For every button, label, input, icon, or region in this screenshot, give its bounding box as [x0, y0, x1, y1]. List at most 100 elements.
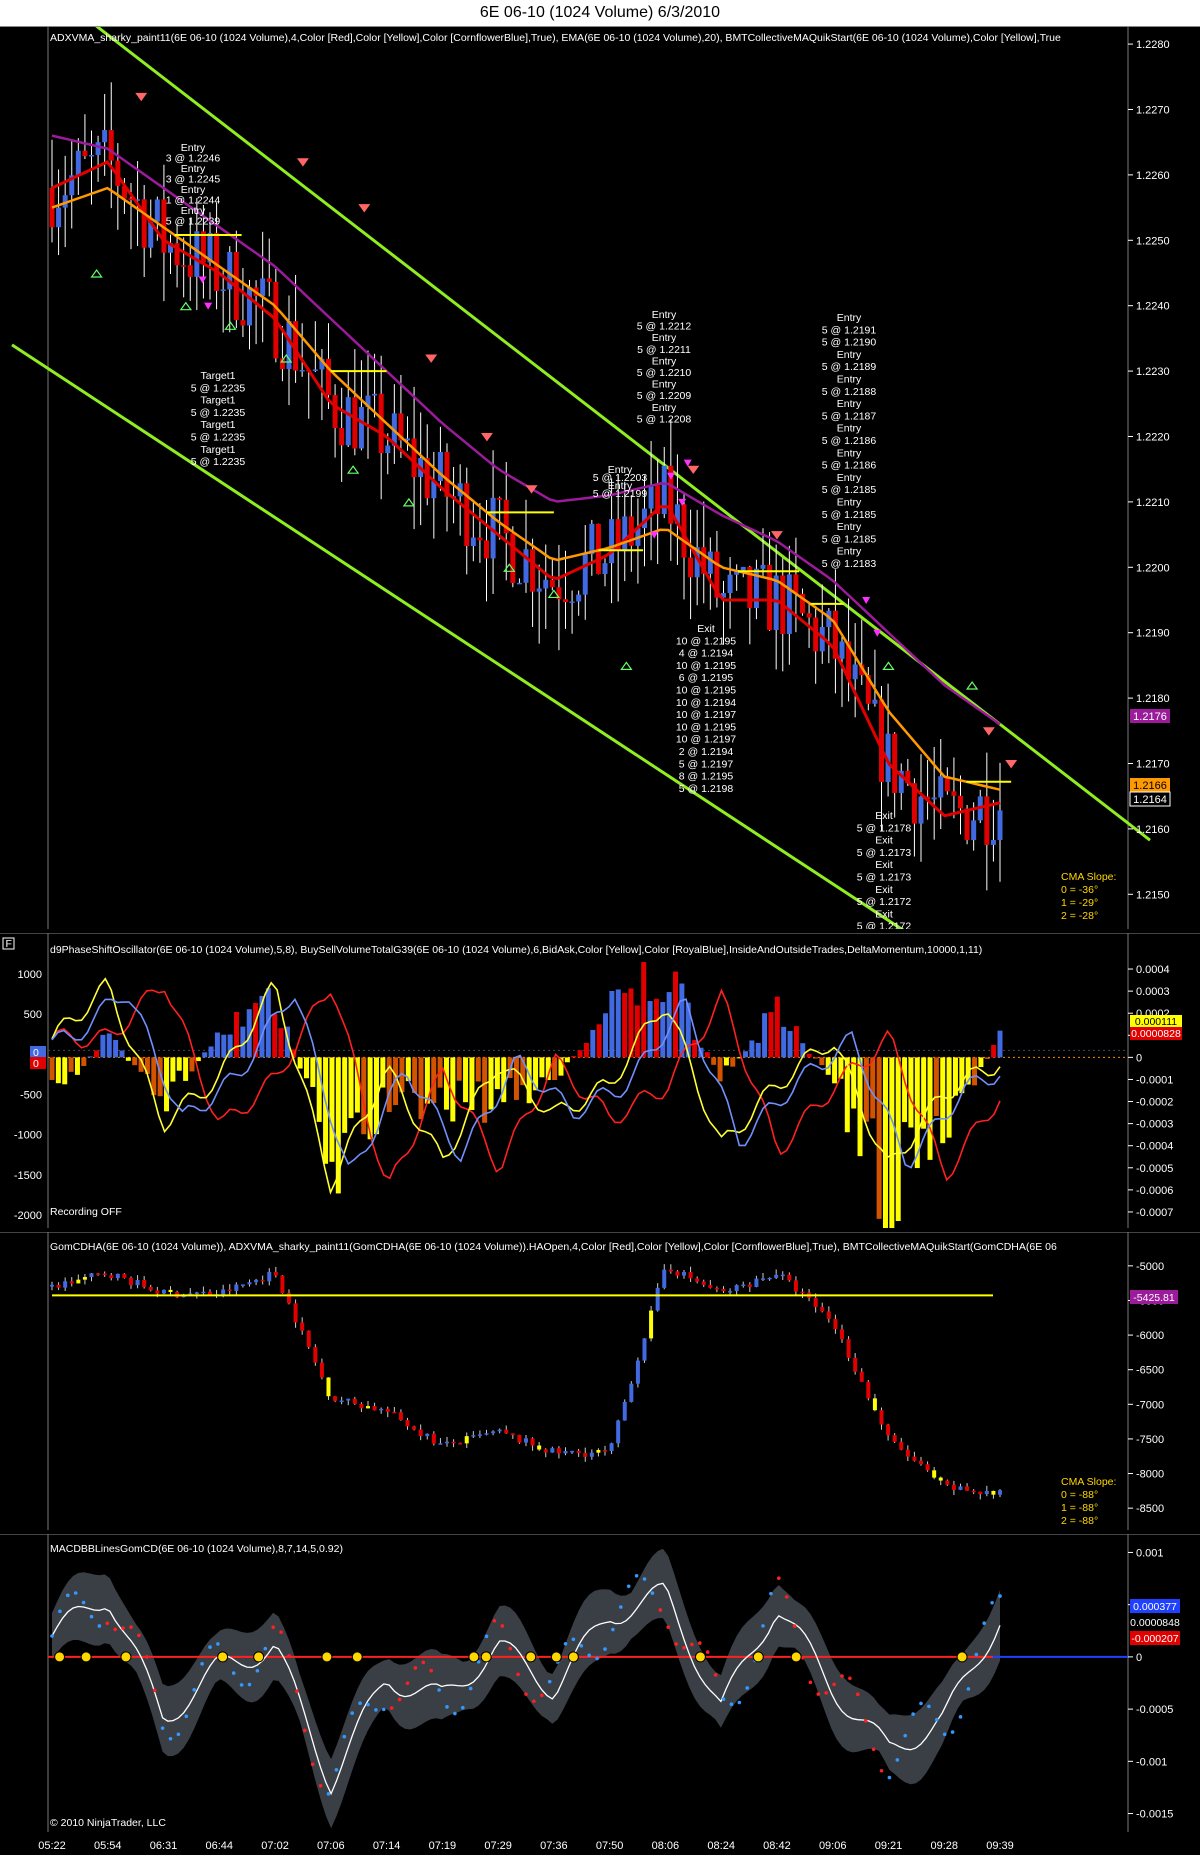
recording-status: Recording OFF — [50, 1206, 122, 1218]
delta-bar — [997, 1030, 1003, 1058]
price-candle — [563, 599, 568, 603]
macd-dot — [713, 1673, 718, 1677]
gom-candle — [346, 1398, 351, 1401]
gom-candle — [589, 1452, 594, 1457]
price-panel[interactable]: 1.2280 1.2270 1.2260 1.2250 1.2240 1.2230 1.22… — [0, 27, 1200, 929]
gom-candle — [425, 1433, 430, 1437]
gomcd-panel[interactable]: -5000-5500-6000-6500-7000-7500-8000-8500… — [0, 1232, 1200, 1530]
macd-dot — [310, 1762, 315, 1767]
macd-dot — [279, 1630, 283, 1634]
annotation-line: 10 @ 1.2195 — [676, 721, 736, 733]
macd-dot — [192, 1688, 196, 1692]
gom-candle — [477, 1434, 482, 1436]
cma-slope-line: 1 = -29° — [1061, 897, 1098, 909]
gom-candle — [398, 1412, 403, 1421]
delta-bar — [125, 1057, 131, 1061]
svg-text:1.2164: 1.2164 — [1133, 794, 1167, 806]
price-candle — [516, 582, 522, 585]
gom-candle — [537, 1445, 542, 1450]
price-candle — [997, 810, 1003, 841]
time-label: 07:02 — [261, 1840, 289, 1852]
time-label: 05:54 — [94, 1840, 122, 1852]
cma-slope-line: 0 = -88° — [1061, 1489, 1098, 1501]
annotation-line: 5 @ 1.2186 — [822, 435, 877, 447]
macd-dot — [784, 1595, 789, 1599]
delta-bar — [329, 1057, 335, 1162]
gom-candle — [905, 1449, 910, 1457]
macd-dot — [374, 1708, 378, 1712]
delta-bar — [908, 1057, 914, 1128]
gomcd-indicator-label: GomCDHA(6E 06-10 (1024 Volume)), ADXVMA_… — [50, 1241, 1057, 1253]
gom-candle — [813, 1297, 818, 1308]
macd-panel[interactable]: 0.0010.00050-0.0005-0.001-0.0015 MACDBBL… — [0, 1534, 1200, 1832]
macd-dot — [200, 1662, 204, 1666]
gom-tick-label: -6000 — [1136, 1330, 1164, 1342]
zero-cross-marker — [567, 1651, 579, 1663]
delta-bar — [933, 1057, 939, 1117]
macd-dot — [871, 1747, 876, 1752]
macd-dot — [935, 1717, 939, 1722]
gom-candle — [451, 1441, 456, 1444]
gom-candle — [701, 1281, 706, 1285]
gom-candle — [642, 1338, 647, 1361]
gom-candle — [925, 1464, 930, 1471]
gom-candle — [984, 1490, 989, 1495]
delta-bar — [583, 1042, 589, 1058]
oscillator-panel[interactable]: 1000 500 0 -500 -1000 -1500 -2000 0.0004 0.0003… — [0, 933, 1200, 1228]
gom-candle — [622, 1401, 627, 1421]
macd-tick-label: 0 — [1136, 1652, 1142, 1664]
price-candle — [266, 278, 272, 282]
price-candle — [530, 549, 536, 592]
gom-candle — [662, 1269, 667, 1288]
delta-bar — [221, 1034, 227, 1058]
price-candle — [549, 579, 555, 588]
macd-dot — [927, 1704, 931, 1709]
delta-bar — [81, 1057, 87, 1067]
gom-tick-label: -8500 — [1136, 1503, 1164, 1515]
delta-bar — [978, 1057, 984, 1068]
gom-candle — [682, 1272, 686, 1276]
gom-candle — [747, 1284, 752, 1287]
price-candle — [102, 130, 108, 143]
macd-dot — [303, 1728, 307, 1733]
delta-bar — [660, 1002, 666, 1058]
price-candle — [240, 320, 246, 326]
gom-candle — [247, 1282, 252, 1285]
macd-dot — [958, 1715, 963, 1719]
price-tick-label: 1.2170 — [1136, 758, 1170, 770]
delta-bar — [214, 1032, 220, 1058]
annotation-line: 5 @ 1.2191 — [822, 324, 877, 336]
macd-dot — [287, 1654, 291, 1658]
price-candle — [576, 594, 582, 602]
macd-dot — [350, 1711, 355, 1715]
gom-candle — [352, 1398, 357, 1404]
delta-bar — [902, 1057, 908, 1123]
delta-bar — [730, 1057, 736, 1067]
price-candle — [852, 664, 858, 680]
gom-candle — [293, 1303, 298, 1323]
price-candle — [477, 537, 483, 541]
price-candle — [918, 796, 924, 824]
macd-dot — [405, 1681, 410, 1685]
f-box-button[interactable]: F — [2, 937, 15, 950]
delta-bar — [781, 1026, 787, 1058]
macd-dot — [816, 1692, 821, 1696]
svg-text:0.000111: 0.000111 — [1135, 1016, 1177, 1028]
macd-dot — [271, 1625, 276, 1629]
delta-bar — [94, 1050, 100, 1058]
delta-bar — [819, 1057, 825, 1066]
macd-dot — [461, 1705, 465, 1710]
gom-candle — [609, 1443, 614, 1452]
macd-dot — [863, 1718, 868, 1723]
annotation-line: 10 @ 1.2195 — [676, 635, 736, 647]
gom-candle — [517, 1434, 522, 1443]
gom-tick-label: -6500 — [1136, 1365, 1164, 1377]
gom-candle — [556, 1448, 561, 1454]
gom-candle — [675, 1271, 680, 1276]
macd-dot — [421, 1660, 426, 1665]
annotation-line: 5 @ 1.2185 — [822, 509, 877, 521]
price-candle — [767, 564, 773, 631]
macd-dot — [81, 1600, 86, 1605]
gom-candle — [313, 1347, 318, 1363]
macd-dot — [492, 1618, 497, 1623]
